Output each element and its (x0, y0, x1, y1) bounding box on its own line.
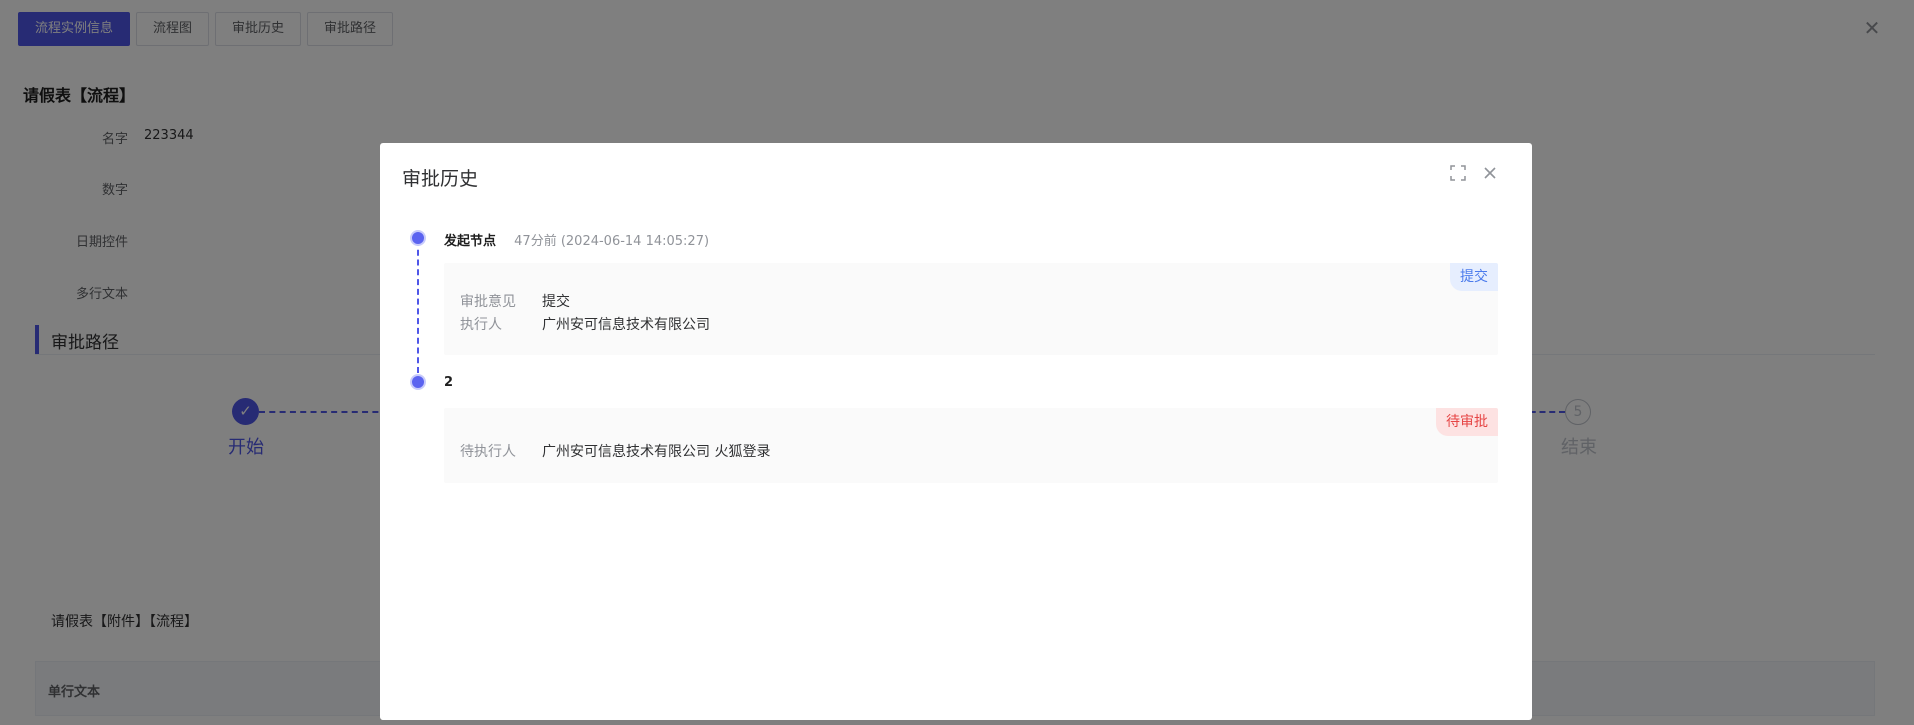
timeline-dot (410, 230, 426, 246)
timeline-connector (417, 240, 419, 373)
close-icon[interactable] (1482, 165, 1498, 181)
status-badge: 待审批 (1436, 408, 1498, 436)
row-key: 待执行人 (460, 444, 516, 460)
timeline-node-name: 2 (444, 375, 454, 390)
fullscreen-icon[interactable] (1450, 165, 1466, 181)
timeline-time: 47分前 (2024-06-14 14:05:27) (514, 234, 710, 249)
timeline-card: 待审批 待执行人 广州安可信息技术有限公司 火狐登录 (444, 408, 1498, 483)
row-value: 广州安可信息技术有限公司 火狐登录 (542, 444, 771, 460)
row-key: 审批意见 (460, 294, 516, 310)
timeline-entry-header: 2 (444, 375, 467, 390)
dialog-actions (1450, 165, 1498, 181)
card-row: 待执行人 广州安可信息技术有限公司 火狐登录 (460, 441, 770, 461)
row-value: 广州安可信息技术有限公司 (542, 317, 710, 333)
dialog-title: 审批历史 (402, 168, 479, 190)
card-row: 审批意见 提交 (460, 291, 570, 311)
row-value: 提交 (542, 294, 570, 310)
status-badge: 提交 (1450, 263, 1498, 291)
timeline-entry-header: 发起节点 47分前 (2024-06-14 14:05:27) (444, 230, 709, 249)
timeline-dot (410, 374, 426, 390)
timeline-card: 提交 审批意见 提交 执行人 广州安可信息技术有限公司 (444, 263, 1498, 355)
card-row: 执行人 广州安可信息技术有限公司 (460, 314, 710, 334)
approval-history-dialog: 审批历史 发起节点 47分前 (2024-06-14 14:05:27) 提交 … (380, 143, 1532, 720)
row-key: 执行人 (460, 317, 502, 333)
timeline-node-name: 发起节点 (444, 234, 497, 249)
